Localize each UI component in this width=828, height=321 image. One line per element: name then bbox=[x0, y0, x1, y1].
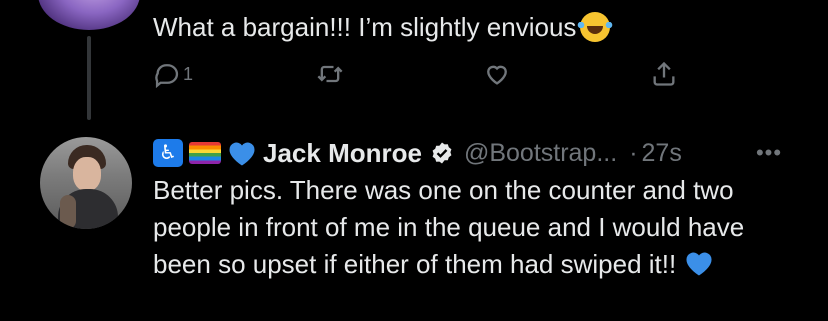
blue-heart-icon bbox=[227, 139, 257, 167]
like-button[interactable] bbox=[483, 60, 511, 88]
avatar-face bbox=[73, 157, 101, 191]
tweet-body: Better pics. There was one on the counte… bbox=[153, 175, 745, 279]
parent-avatar[interactable] bbox=[38, 0, 140, 30]
rainbow-flag-icon bbox=[189, 142, 221, 164]
reply-bubble-icon bbox=[155, 64, 179, 88]
meta-separator: · bbox=[629, 138, 638, 167]
share-upload-icon bbox=[653, 61, 675, 86]
reply-button[interactable]: 1 bbox=[153, 60, 193, 88]
tweet-header: ♿ Jack Monroe @Bootstrap... · 27s bbox=[153, 136, 682, 170]
tweet-timestamp[interactable]: 27s bbox=[642, 139, 682, 168]
share-button[interactable] bbox=[650, 60, 678, 88]
parent-reply-text: What a bargain!!! I’m slightly envious bbox=[153, 12, 614, 43]
tweet-action-bar: 1 bbox=[153, 60, 693, 94]
thread-connector-line bbox=[87, 36, 91, 120]
avatar-tattooed-arm bbox=[60, 195, 76, 229]
heart-outline-icon bbox=[487, 65, 507, 85]
reply-count: 1 bbox=[183, 63, 194, 84]
more-options-button[interactable]: ••• bbox=[752, 136, 786, 170]
verified-badge-icon bbox=[430, 141, 454, 165]
retweet-button[interactable] bbox=[316, 60, 344, 88]
author-avatar[interactable] bbox=[40, 137, 132, 229]
laughing-crying-emoji-icon bbox=[577, 12, 614, 42]
blue-heart-emoji-icon bbox=[684, 249, 714, 277]
author-handle[interactable]: @Bootstrap... bbox=[464, 139, 617, 168]
accessibility-badge-icon: ♿ bbox=[153, 139, 183, 167]
retweet-icon bbox=[317, 65, 343, 83]
author-name[interactable]: Jack Monroe bbox=[263, 138, 422, 169]
